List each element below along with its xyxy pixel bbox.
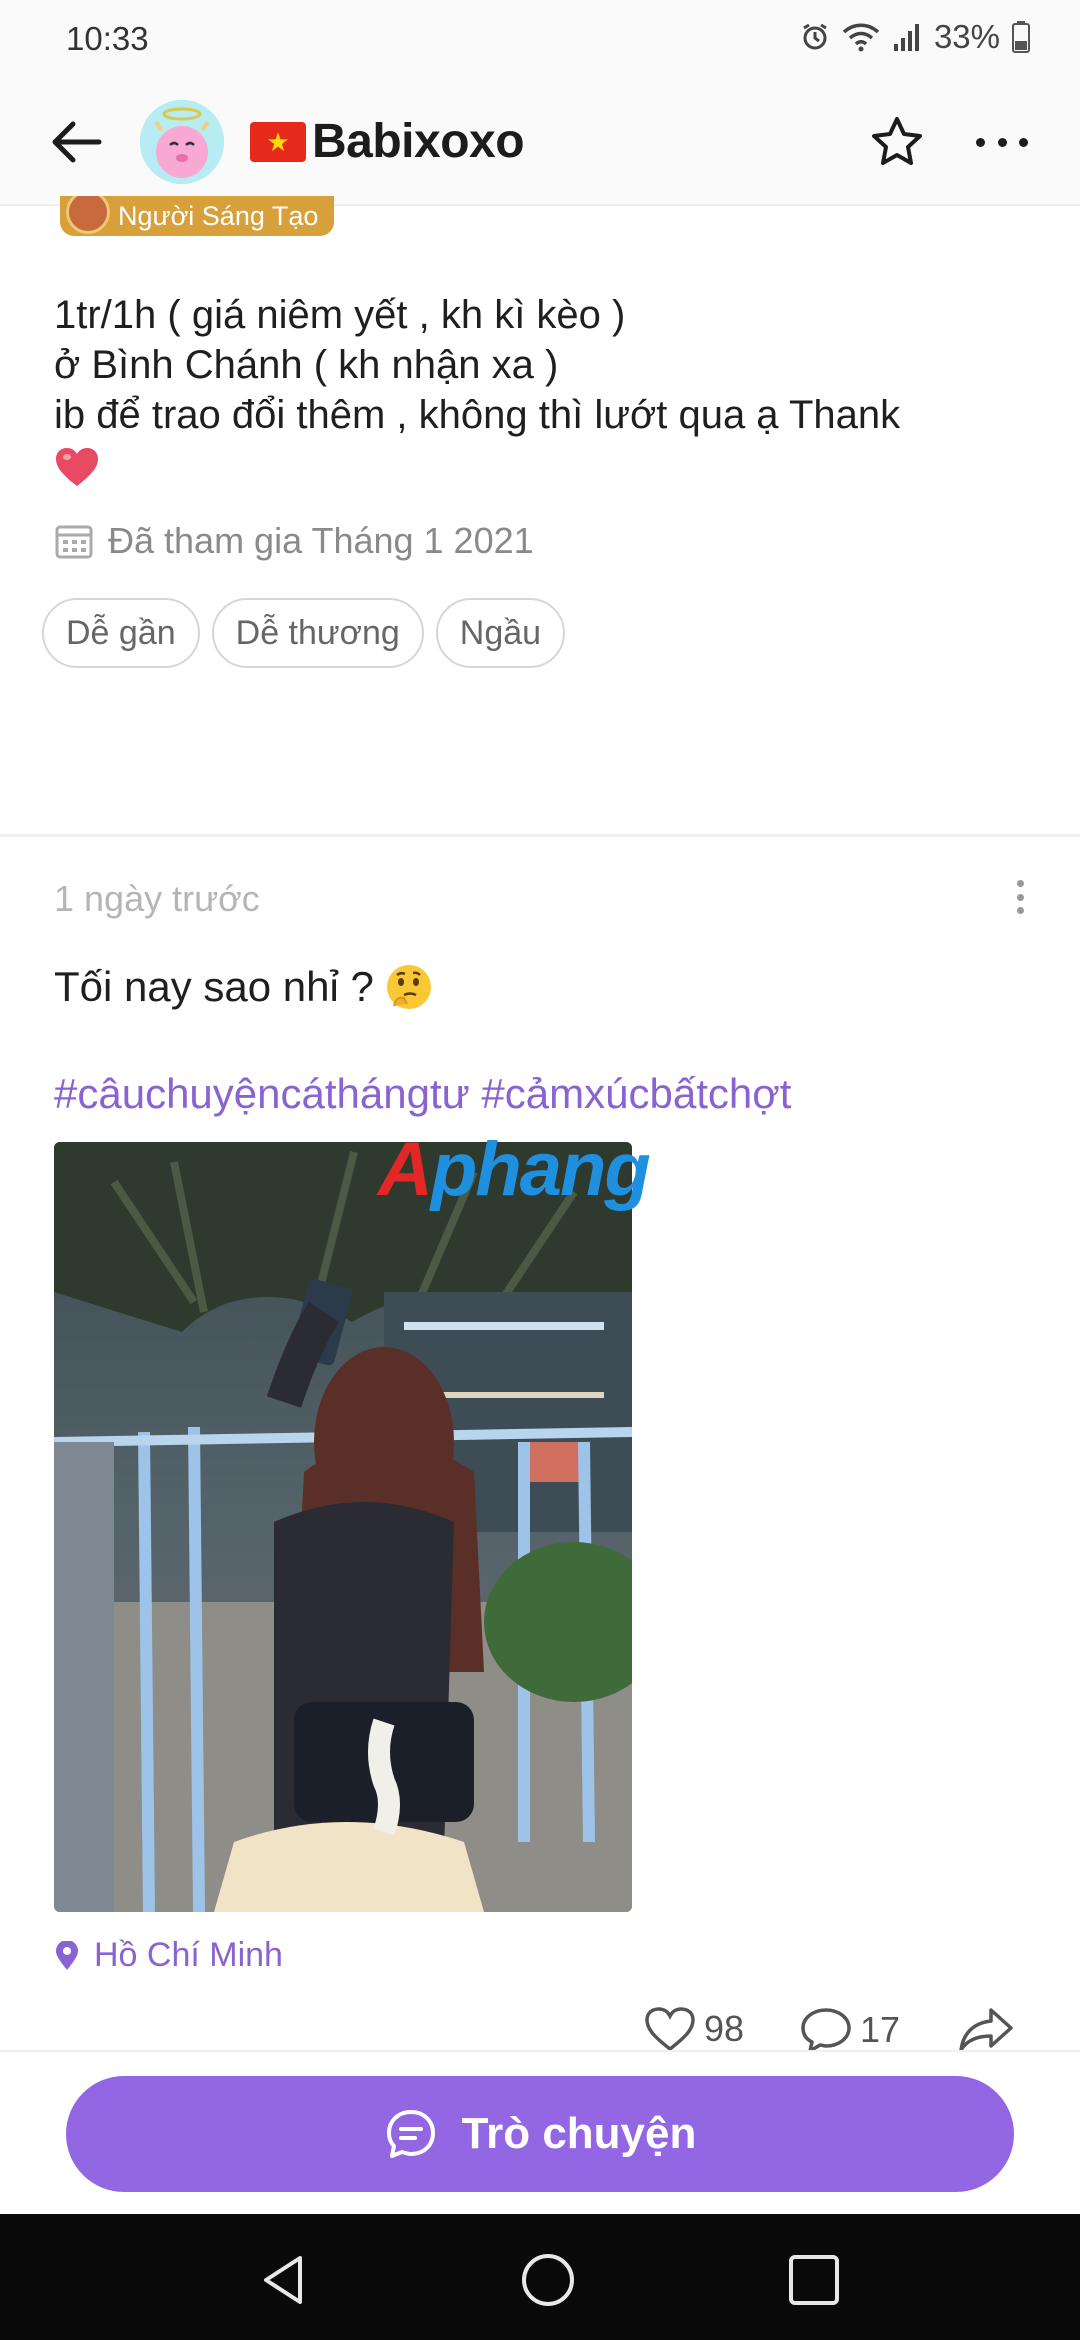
nav-recent-apps-icon[interactable]: [786, 2252, 842, 2308]
chat-bar: Trò chuyện: [0, 2050, 1080, 2214]
more-dot: [997, 137, 1007, 147]
comment-count: 17: [860, 2009, 901, 2050]
arrow-left-icon: [52, 121, 102, 163]
avatar[interactable]: [140, 100, 224, 184]
status-time: 10:33: [66, 20, 149, 57]
post-location[interactable]: Hồ Chí Minh: [54, 1936, 283, 1975]
status-bar: 10:33 33%: [0, 0, 1080, 78]
chat-button-label: Trò chuyện: [461, 2109, 697, 2158]
creator-badge-icon: [66, 196, 110, 234]
like-button[interactable]: 98: [644, 2006, 744, 2052]
menu-dot: [1016, 907, 1024, 914]
joined-label: Đã tham gia Tháng 1 2021: [108, 520, 534, 561]
battery-percent: 33%: [933, 18, 1000, 55]
post-text: Tối nay sao nhỉ ?: [54, 963, 374, 1010]
creator-badge: Người Sáng Tạo: [60, 196, 335, 236]
post-options-button[interactable]: [1012, 880, 1028, 914]
avatar-image: [140, 100, 224, 184]
back-button[interactable]: [46, 114, 106, 170]
watermark-part1: A: [378, 1127, 433, 1212]
profile-tags: Dễ gần Dễ thương Ngầu: [42, 598, 566, 668]
location-pin-icon: [56, 1940, 78, 1970]
post-actions: 98 17: [0, 2006, 1080, 2056]
heart-emoji-icon: [56, 448, 98, 486]
thinking-face-emoji-icon: [386, 965, 431, 1009]
post-caption: Tối nay sao nhỉ ?: [54, 962, 434, 1012]
favorite-button[interactable]: [868, 114, 926, 172]
wifi-icon: [842, 23, 880, 52]
comment-icon: [801, 2008, 851, 2053]
system-navigation-bar: [0, 2214, 1080, 2340]
watermark-logo: Aphang: [378, 1126, 651, 1213]
menu-dot: [1016, 880, 1024, 887]
more-options-button[interactable]: [976, 132, 1028, 152]
more-dot: [1019, 137, 1028, 147]
menu-dot: [1016, 893, 1024, 901]
status-icons: 33%: [800, 18, 1030, 56]
location-label: Hồ Chí Minh: [94, 1936, 283, 1974]
heart-icon: [645, 2007, 695, 2052]
comment-button[interactable]: 17: [800, 2006, 900, 2054]
chat-bubble-icon: [386, 2110, 435, 2158]
username: Babixoxo: [312, 115, 525, 168]
alarm-icon: [803, 23, 827, 50]
profile-bio: 1tr/1h ( giá niêm yết , kh kì kèo ) ở Bì…: [54, 290, 1034, 500]
bio-line: ở Bình Chánh ( kh nhận xa ): [54, 343, 559, 387]
tag-chip[interactable]: Dễ gần: [42, 598, 200, 668]
share-button[interactable]: [958, 2006, 1014, 2052]
section-divider: [0, 834, 1080, 837]
star-icon: [872, 117, 922, 165]
tag-chip[interactable]: Dễ thương: [211, 598, 424, 668]
signal-icon: [893, 24, 919, 51]
post-photo[interactable]: [54, 1142, 632, 1912]
creator-badge-label: Người Sáng Tạo: [118, 201, 319, 231]
tag-chip[interactable]: Ngầu: [435, 598, 566, 668]
vietnam-flag-icon: ★: [250, 122, 306, 162]
post-photo-content: [54, 1142, 632, 1912]
bio-line: ib để trao đổi thêm , không thì lướt qua…: [54, 393, 901, 437]
more-dot: [976, 137, 985, 147]
chat-button[interactable]: Trò chuyện: [66, 2076, 1014, 2192]
like-count: 98: [704, 2008, 745, 2049]
calendar-icon: [55, 525, 93, 559]
watermark-part2: phang: [430, 1127, 651, 1212]
joined-date: Đã tham gia Tháng 1 2021: [54, 520, 534, 562]
nav-home-icon[interactable]: [520, 2252, 576, 2308]
share-icon: [959, 2008, 1013, 2052]
nav-back-icon[interactable]: [256, 2252, 312, 2308]
bio-line: 1tr/1h ( giá niêm yết , kh kì kèo ): [54, 293, 626, 337]
battery-icon: [1012, 21, 1030, 53]
profile-header: ★ Babixoxo: [0, 78, 1080, 206]
post-timestamp: 1 ngày trước: [54, 878, 260, 919]
post-hashtags[interactable]: #câuchuyệncáthángtư #cảmxúcbấtchợt: [54, 1070, 791, 1118]
